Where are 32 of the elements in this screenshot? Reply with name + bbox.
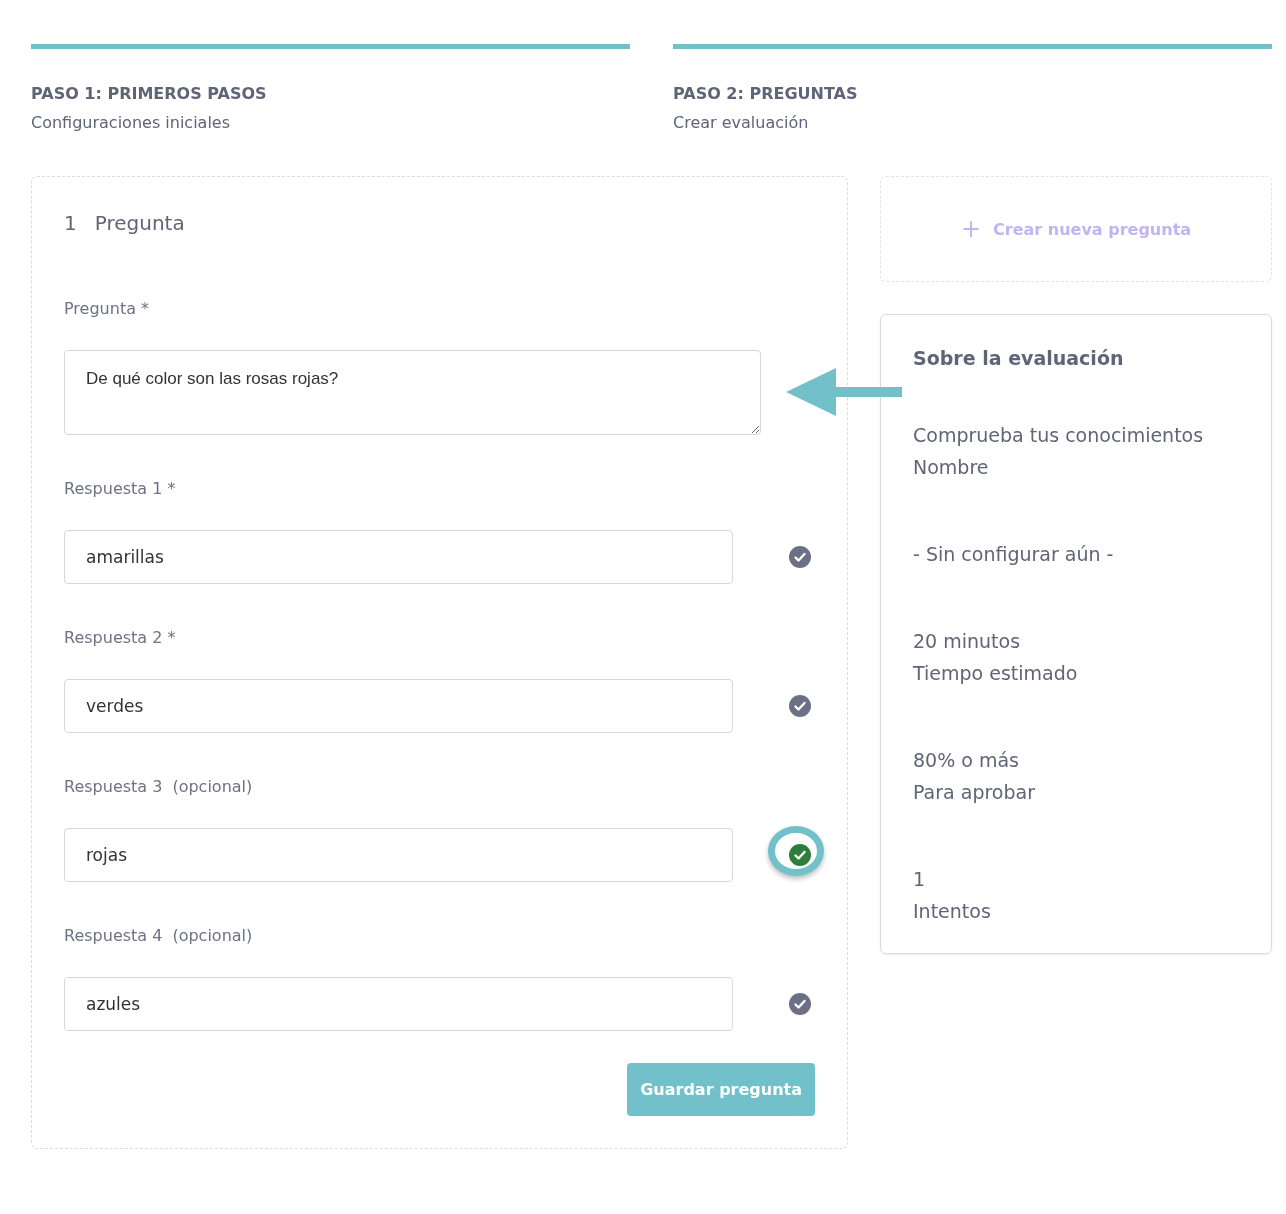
field-label: Respuesta 3 [64, 777, 163, 796]
summary-title: Sobre la evaluación [913, 347, 1125, 369]
step-subtitle: Crear evaluación [673, 113, 810, 132]
answer-input[interactable]: amarillas [64, 530, 733, 584]
optional-note: (opcional) [172, 777, 253, 796]
summary-text: Intentos [913, 899, 992, 924]
field-label: Respuesta 2 * [64, 628, 176, 647]
summary-text: Nombre [913, 455, 990, 480]
summary-text: - Sin configurar aún - [913, 542, 1115, 567]
step-title: PASO 2: PREGUNTAS [673, 84, 859, 103]
field-label: Pregunta * [64, 299, 151, 318]
check-circle-icon[interactable] [789, 993, 811, 1015]
field-label: Respuesta 1 * [64, 479, 176, 498]
summary-text: 80% o más [913, 748, 1020, 773]
check-circle-icon[interactable] [789, 695, 811, 717]
summary-text: Para aprobar [913, 780, 1036, 805]
answer-input[interactable]: azules [64, 977, 733, 1031]
check-circle-icon[interactable] [789, 546, 811, 568]
check-circle-icon[interactable] [789, 844, 811, 866]
optional-note: (opcional) [172, 926, 253, 945]
summary-text: 1 [913, 867, 927, 892]
summary-text: 20 minutos [913, 629, 1022, 654]
answer-input[interactable]: rojas [64, 828, 733, 882]
summary-text: Tiempo estimado [913, 661, 1079, 686]
step-title: PASO 1: PRIMEROS PASOS [31, 84, 268, 103]
step-subtitle: Configuraciones iniciales [31, 113, 231, 132]
answer-input[interactable]: verdes [64, 679, 733, 733]
field-label: Respuesta 4 [64, 926, 163, 945]
summary-text: Comprueba tus conocimientos [913, 423, 1205, 448]
question-textarea[interactable]: De qué color son las rosas rojas? [64, 350, 761, 435]
question-heading: Pregunta [94, 211, 185, 235]
question-number: 1 [64, 211, 77, 235]
